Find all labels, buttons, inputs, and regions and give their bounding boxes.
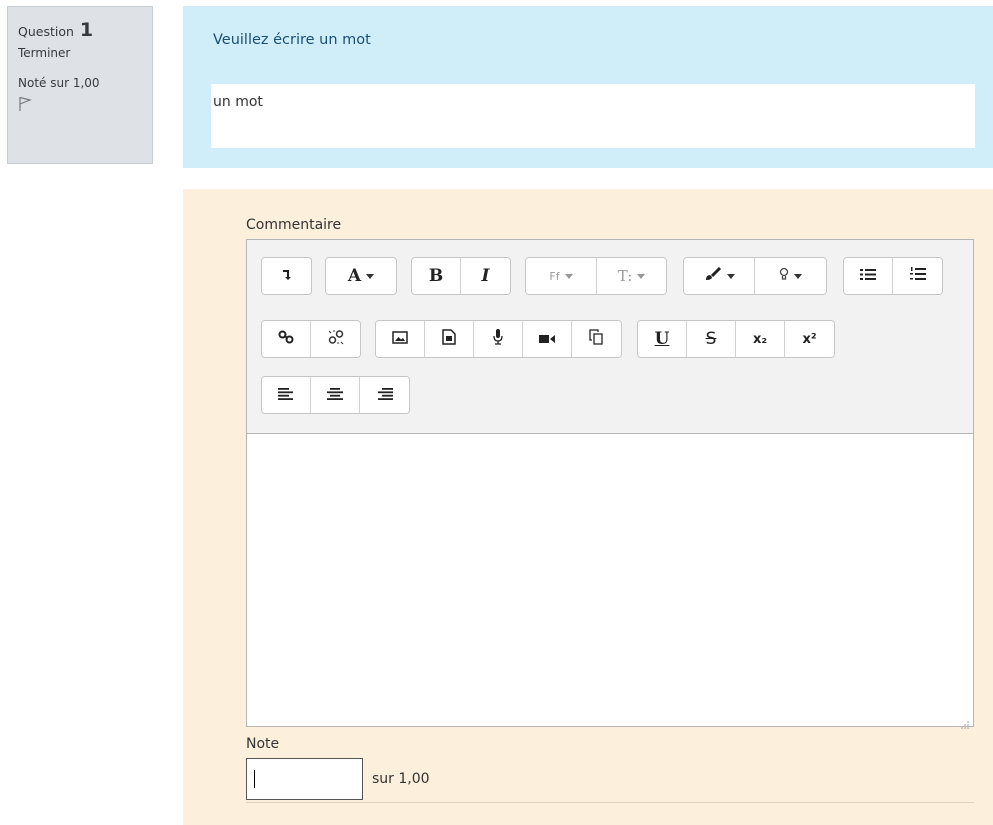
unlink-icon [328, 329, 344, 349]
toolbar-group-script: U S x₂ x² [637, 320, 835, 358]
editor-content[interactable] [247, 434, 973, 726]
question-grade: Noté sur 1,00 [18, 76, 100, 90]
note-input[interactable] [246, 758, 363, 800]
align-left-button[interactable] [262, 377, 311, 413]
question-info-panel: Question 1 Terminer Noté sur 1,00 [7, 6, 153, 164]
question-number: Question 1 [18, 19, 94, 41]
text-cursor [254, 770, 255, 788]
background-color-button[interactable] [755, 258, 826, 294]
align-center-icon [327, 386, 343, 404]
bold-button[interactable]: B [412, 258, 461, 294]
strikethrough-label: S [705, 329, 717, 349]
underline-button[interactable]: U [638, 321, 687, 357]
subscript-button[interactable]: x₂ [736, 321, 785, 357]
toolbar-group-lists [843, 257, 943, 295]
font-color-button[interactable] [684, 258, 755, 294]
comment-label: Commentaire [246, 217, 342, 233]
align-center-button[interactable] [311, 377, 360, 413]
subscript-label: x₂ [752, 331, 768, 347]
divider [246, 802, 974, 803]
font-size-button[interactable]: T: [597, 258, 666, 294]
ordered-list-button[interactable] [893, 258, 942, 294]
font-family-label: Ff [549, 269, 560, 283]
superscript-button[interactable]: x² [785, 321, 834, 357]
bulb-icon [779, 267, 789, 285]
question-formulation: Veuillez écrire un mot un mot [183, 6, 993, 168]
comment-panel: Commentaire A B I Ff T: U S x₂ x² Note s… [183, 189, 993, 825]
video-camera-icon [539, 330, 555, 348]
toolbar-group-font: Ff T: [525, 257, 667, 295]
toolbar-group-toggle [261, 257, 312, 295]
underline-label: U [654, 329, 670, 349]
brush-icon [704, 266, 722, 285]
align-left-icon [278, 386, 294, 404]
ordered-list-icon [909, 266, 926, 286]
italic-label: I [481, 266, 490, 286]
unlink-button[interactable] [311, 321, 360, 357]
unordered-list-button[interactable] [844, 258, 893, 294]
arrow-down-icon [282, 267, 292, 285]
note-max: sur 1,00 [372, 771, 430, 787]
italic-button[interactable]: I [461, 258, 510, 294]
toolbar-group-style: A [325, 257, 397, 295]
manage-files-button[interactable] [572, 321, 621, 357]
align-right-icon [377, 386, 393, 404]
font-size-label: T: [617, 267, 633, 285]
toolbar-group-format: B I [411, 257, 511, 295]
list-icon [860, 267, 876, 285]
file-icon [442, 329, 456, 349]
link-icon [278, 330, 294, 348]
toolbar-group-links [261, 320, 361, 358]
files-icon [588, 329, 605, 349]
font-style-button[interactable]: A [326, 258, 396, 294]
record-audio-button[interactable] [474, 321, 523, 357]
link-button[interactable] [262, 321, 311, 357]
editor-toolbar: A B I Ff T: U S x₂ x² [247, 240, 973, 434]
font-style-label: A [347, 266, 362, 286]
toolbar-group-color [683, 257, 827, 295]
toolbar-group-media [375, 320, 622, 358]
align-right-button[interactable] [360, 377, 409, 413]
answer-field[interactable]: un mot [211, 84, 975, 148]
question-text: Veuillez écrire un mot [213, 32, 371, 48]
media-button[interactable] [425, 321, 474, 357]
toggle-toolbar-button[interactable] [262, 258, 311, 294]
superscript-label: x² [802, 331, 817, 347]
resize-grip-icon[interactable] [961, 714, 969, 729]
comment-editor: A B I Ff T: U S x₂ x² [246, 239, 974, 729]
bold-label: B [428, 266, 444, 286]
toolbar-group-align [261, 376, 410, 414]
image-button[interactable] [376, 321, 425, 357]
flag-icon[interactable] [18, 96, 32, 112]
note-label: Note [246, 736, 280, 752]
question-state: Terminer [18, 46, 71, 60]
record-video-button[interactable] [523, 321, 572, 357]
strikethrough-button[interactable]: S [687, 321, 736, 357]
font-family-button[interactable]: Ff [526, 258, 597, 294]
image-icon [392, 330, 408, 348]
microphone-icon [493, 329, 503, 349]
